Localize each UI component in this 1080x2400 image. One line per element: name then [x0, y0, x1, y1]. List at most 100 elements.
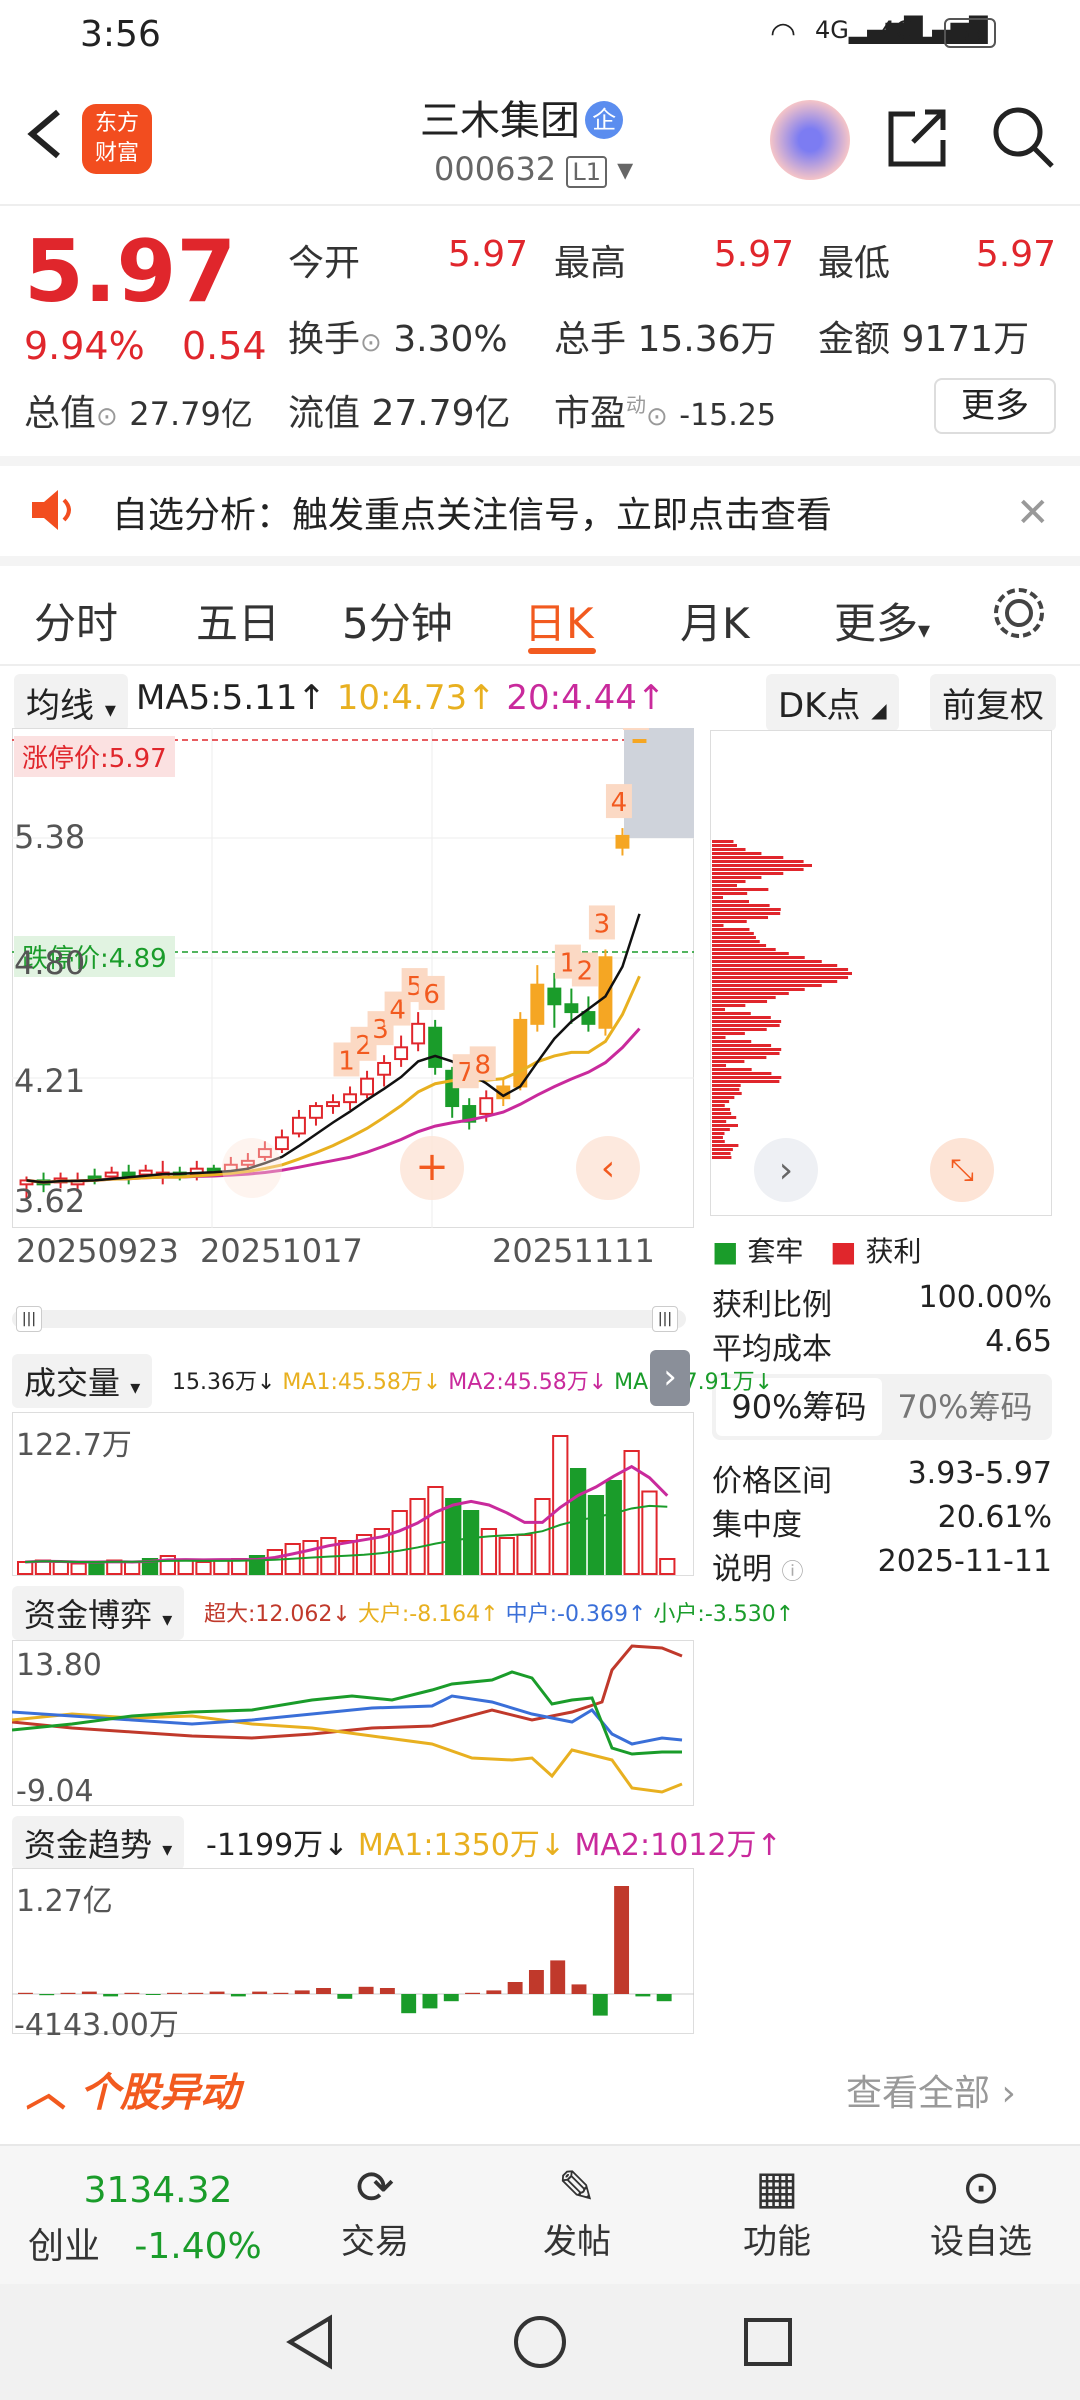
candle: [89, 1177, 101, 1179]
highlight-zone: [624, 728, 694, 838]
candle: [106, 1173, 118, 1177]
signal-number: 6: [423, 980, 440, 1010]
trend-bar: [635, 1994, 650, 1996]
tab-five-day[interactable]: 五日: [196, 590, 280, 651]
tab-5min[interactable]: 5分钟: [342, 590, 453, 651]
chip-bar: [712, 1028, 767, 1031]
chip-bar: [712, 904, 770, 907]
candle: [412, 1024, 424, 1044]
assistant-avatar[interactable]: [770, 100, 850, 180]
trend-bar: [231, 1994, 246, 1996]
chip-bar: [712, 1112, 731, 1115]
view-all-link[interactable]: 查看全部 ›: [846, 2064, 1016, 2116]
chip-bar: [712, 1128, 730, 1131]
notice-text[interactable]: 自选分析：触发重点关注信号，立即点击查看: [112, 486, 832, 538]
chip-bar: [712, 992, 789, 995]
candle: [310, 1106, 322, 1118]
y-tick: 4.21: [14, 1062, 85, 1100]
chip-bar: [712, 1032, 745, 1035]
post-button[interactable]: ✎ 发帖: [522, 2160, 632, 2263]
gear-icon[interactable]: [990, 584, 1048, 646]
signal-number: 5: [628, 728, 645, 730]
trade-button[interactable]: ⟳ 交易: [320, 2160, 430, 2263]
ma-select[interactable]: 均线 ▾: [14, 674, 128, 731]
chip-bar: [712, 928, 749, 931]
chip-bar: [712, 1060, 744, 1063]
anomaly-section[interactable]: ︿ 个股异动: [26, 2060, 240, 2118]
chip-stat-profit: 获利比例 100.00%: [712, 1280, 1052, 1324]
tab-chip-70[interactable]: 70%筹码: [882, 1378, 1048, 1436]
chip-bar: [712, 1140, 725, 1143]
tab-intraday[interactable]: 分时: [34, 590, 118, 651]
funds-select[interactable]: 资金博弈 ▾: [12, 1586, 184, 1640]
status-bar: 3:56 ◠ 4G▂▄▆█ 4G▂▄▆█ 55: [0, 0, 1080, 72]
candle: [361, 1079, 373, 1095]
chip-bar: [712, 1104, 725, 1107]
index-ticker[interactable]: 3134.32 创业 -1.40%: [28, 2170, 288, 2269]
trend-bar: [337, 1994, 352, 1999]
volume-bar: [500, 1538, 514, 1574]
trend-select[interactable]: 资金趋势 ▾: [12, 1816, 184, 1870]
adjust-button[interactable]: 前复权: [930, 674, 1056, 731]
chevron-left-icon: [22, 104, 66, 164]
chip-bar: [712, 864, 812, 867]
funds-game-chart[interactable]: [12, 1640, 694, 1806]
chip-bar: [712, 1152, 731, 1155]
tab-monthly-k[interactable]: 月K: [680, 590, 750, 651]
add-favorite-button[interactable]: ⊙ 设自选: [916, 2160, 1046, 2263]
chip-bar: [712, 968, 848, 971]
chart-scrollbar[interactable]: ||| |||: [12, 1310, 686, 1328]
chip-bar: [712, 1120, 726, 1123]
trend-bar: [316, 1988, 331, 1994]
volume-bar: [589, 1496, 603, 1574]
nav-home-icon[interactable]: [512, 2314, 568, 2370]
trend-bar: [380, 1988, 395, 1994]
stock-code[interactable]: 000632 L1 ▾: [434, 150, 633, 188]
x-tick: 20251017: [200, 1232, 363, 1270]
svg-text:⤡: ⤡: [950, 1153, 974, 1188]
share-icon[interactable]: [885, 104, 951, 174]
x-tick: 20251111: [492, 1232, 655, 1270]
chip-bar: [712, 984, 822, 987]
chip-distribution-chart[interactable]: › ⤡: [710, 730, 1052, 1216]
chip-bar: [712, 1040, 751, 1043]
volume-bar: [410, 1499, 424, 1574]
chip-bar: [712, 844, 737, 847]
kline-chart[interactable]: 1234567812345 + ‹: [12, 728, 694, 1228]
volume-bar: [214, 1561, 228, 1575]
volume-bar: [393, 1511, 407, 1574]
scroll-handle-left[interactable]: |||: [16, 1306, 42, 1332]
volume-bar: [642, 1492, 656, 1575]
trend-ymin: -4143.00万: [14, 2000, 179, 2044]
more-button[interactable]: 更多: [934, 378, 1056, 434]
search-icon[interactable]: [990, 104, 1056, 174]
nav-back-icon[interactable]: [282, 2312, 338, 2372]
scroll-handle-right[interactable]: |||: [652, 1306, 678, 1332]
nav-recent-icon[interactable]: [742, 2316, 794, 2368]
turnover: 换手⊙ 3.30%: [288, 310, 508, 362]
function-button[interactable]: ▦ 功能: [722, 2160, 832, 2263]
chip-bar: [712, 1008, 725, 1011]
dk-point-button[interactable]: DK点 ◢: [766, 674, 899, 731]
close-icon[interactable]: ✕: [1016, 490, 1050, 536]
volume-bar: [517, 1535, 531, 1574]
volume-select[interactable]: 成交量 ▾: [12, 1354, 152, 1408]
chip-bar: [712, 1064, 726, 1067]
chip-bar: [712, 852, 761, 855]
last-price: 5.97: [24, 222, 236, 322]
tab-daily-k[interactable]: 日K: [524, 590, 594, 651]
back-button[interactable]: [22, 104, 66, 164]
chip-bar: [712, 1036, 726, 1039]
high-value: 5.97: [686, 234, 794, 275]
chip-bar: [712, 1148, 733, 1151]
chip-bar: [712, 1084, 741, 1087]
chip-bar: [712, 952, 789, 955]
trend-bar: [39, 1994, 54, 1995]
app-logo[interactable]: 东方 财富: [82, 104, 152, 174]
candle: [480, 1098, 492, 1114]
open-label: 今开: [288, 234, 360, 286]
expand-panel-button[interactable]: ›: [650, 1350, 690, 1406]
tab-more[interactable]: 更多▾: [834, 590, 930, 651]
candle: [548, 989, 560, 1005]
chip-bar: [712, 976, 848, 979]
